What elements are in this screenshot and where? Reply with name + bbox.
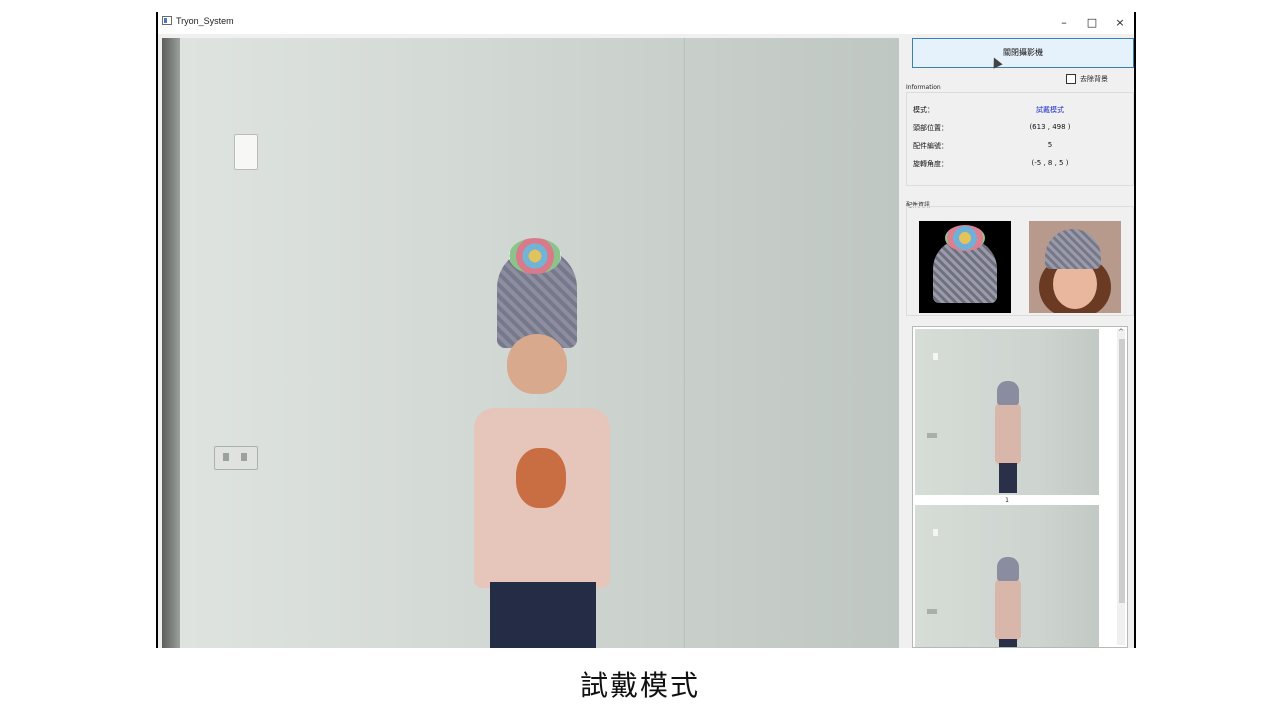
close-button[interactable]: × — [1106, 14, 1134, 32]
hat-pompom — [509, 238, 561, 274]
tryon-window: Tryon_System – □ × 關閉攝影機 去除背景 Informatio… — [156, 12, 1136, 648]
minimize-button[interactable]: – — [1050, 14, 1078, 32]
snapshot-thumbnail[interactable] — [915, 329, 1099, 495]
information-group-label: Information — [906, 84, 941, 91]
light-switch — [234, 134, 258, 170]
info-label-mode: 模式： — [913, 106, 934, 114]
chevron-up-icon[interactable]: ^ — [1116, 327, 1126, 337]
remove-background-label: 去除背景 — [1080, 75, 1108, 83]
checkbox-icon[interactable] — [1066, 74, 1076, 84]
shirt — [474, 408, 610, 588]
accessory-hat-image — [919, 221, 1011, 313]
info-label-rotation: 旋轉角度： — [913, 160, 948, 168]
window-title: Tryon_System — [176, 16, 234, 26]
snapshot-label: 1 — [1005, 497, 1009, 504]
app-window-icon — [162, 16, 172, 25]
info-label-accessory-id: 配件編號： — [913, 142, 948, 150]
wall-outlet — [214, 446, 258, 470]
info-label-head-position: 頭部位置： — [913, 124, 948, 132]
wall-corner — [684, 38, 685, 648]
info-value-accessory-id: 5 — [1047, 141, 1053, 149]
control-panel: 關閉攝影機 去除背景 Information 模式： 試戴模式 頭部位置： (6… — [902, 34, 1134, 648]
scrollbar-thumb[interactable] — [1119, 339, 1125, 603]
person-with-hat — [462, 238, 622, 648]
accessory-group — [906, 206, 1134, 316]
info-value-mode: 試戴模式 — [1036, 106, 1064, 114]
info-value-head-position: (613 , 498 ) — [1029, 123, 1071, 131]
slide-caption: 試戴模式 — [579, 669, 700, 702]
accessory-model-image — [1029, 221, 1121, 313]
snapshot-list[interactable]: 1 ^ — [912, 326, 1128, 648]
camera-view — [162, 38, 899, 648]
close-camera-button[interactable]: 關閉攝影機 — [912, 38, 1134, 68]
face — [507, 334, 567, 394]
information-group: 模式： 試戴模式 頭部位置： (613 , 498 ) 配件編號： 5 旋轉角度… — [906, 92, 1134, 186]
snapshot-thumbnail[interactable] — [915, 505, 1099, 647]
jeans — [490, 582, 596, 648]
camera-frame-edge — [162, 38, 180, 648]
info-value-rotation: (-5 , 8 , 5 ) — [1031, 159, 1069, 167]
shirt-deer-print — [516, 448, 566, 508]
maximize-button[interactable]: □ — [1078, 14, 1106, 32]
title-bar: Tryon_System – □ × — [158, 12, 1134, 34]
remove-background-checkbox[interactable]: 去除背景 — [1066, 74, 1108, 84]
